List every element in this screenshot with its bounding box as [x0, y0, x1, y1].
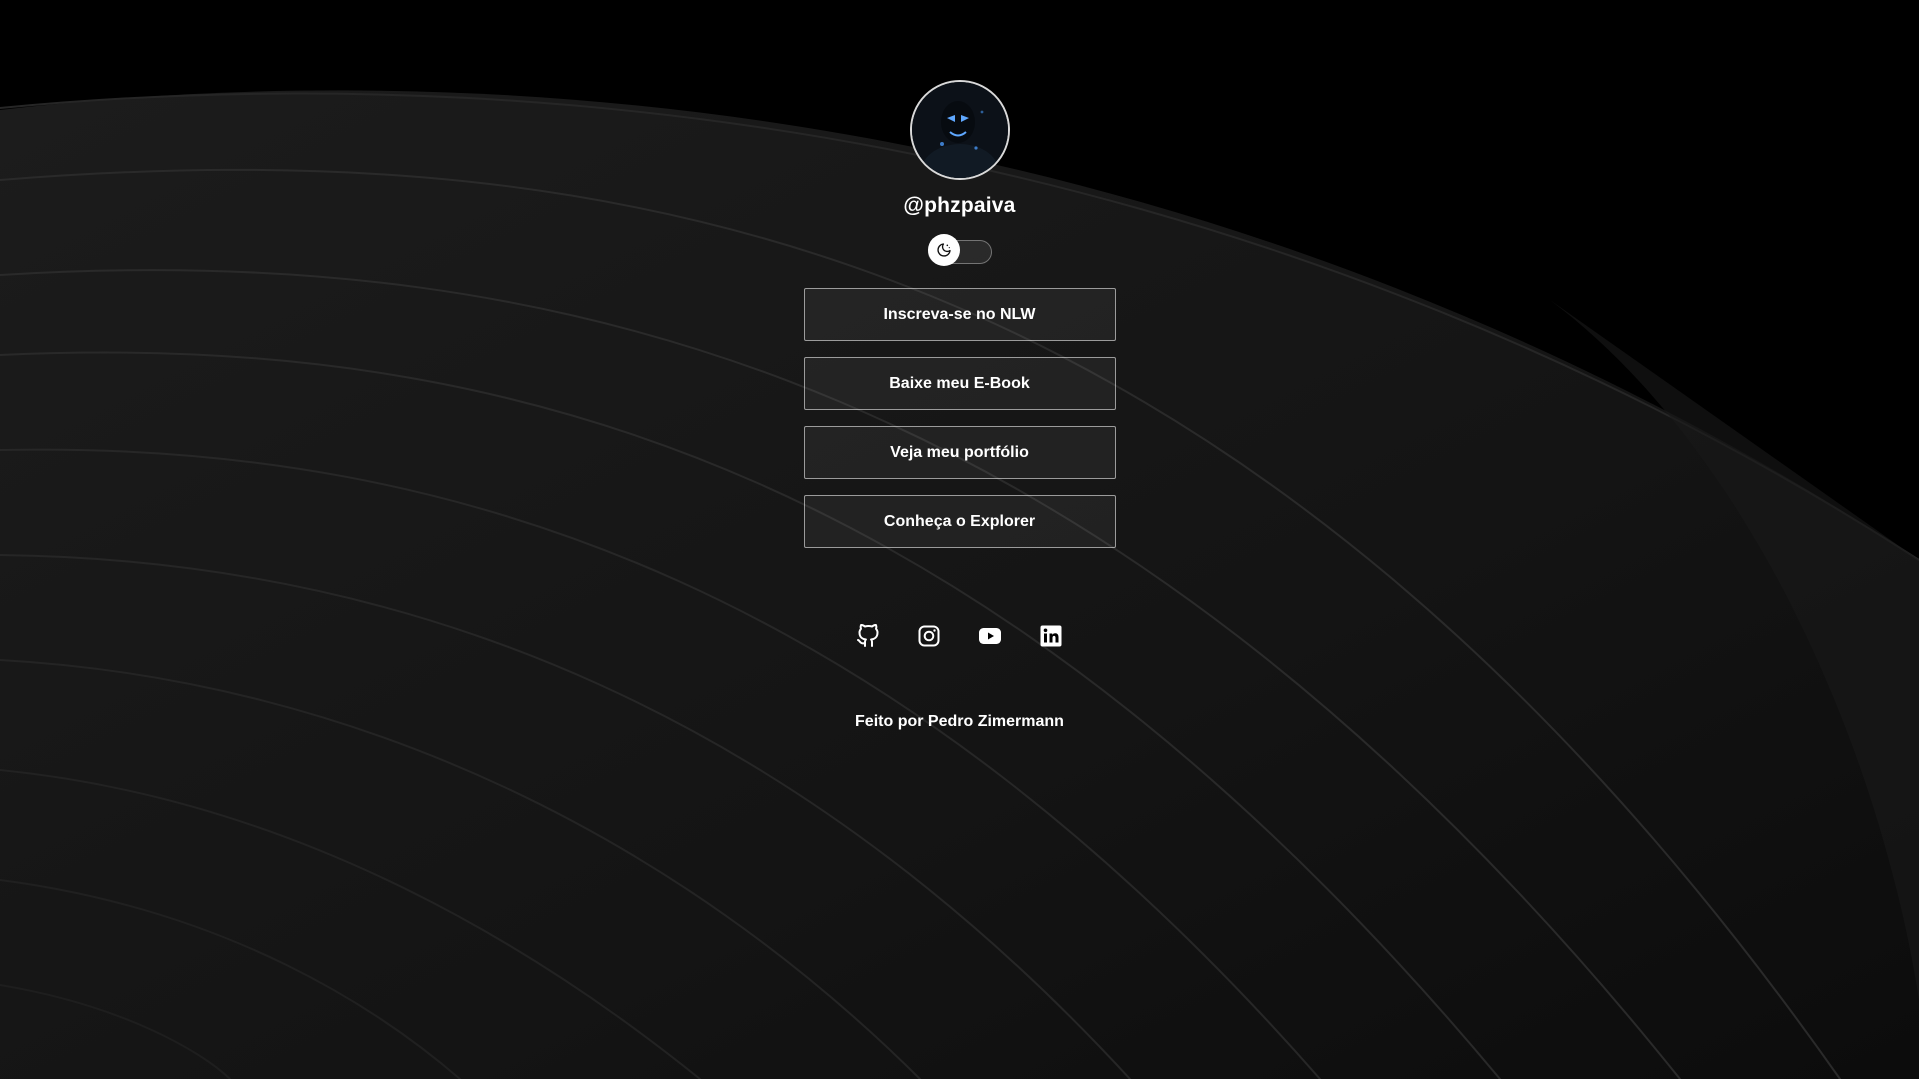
linkedin-link[interactable] — [1039, 624, 1063, 648]
linkedin-icon — [1040, 625, 1062, 647]
list-item: Conheça o Explorer — [803, 495, 1116, 548]
moon-icon — [936, 243, 951, 257]
profile-container: @phzpaiva Inscreva-se no NLW Baixe meu E… — [0, 0, 1919, 734]
github-icon — [857, 624, 879, 647]
username: @phzpaiva — [903, 194, 1016, 217]
link-button-explorer[interactable]: Conheça o Explorer — [803, 495, 1116, 548]
theme-toggle-knob[interactable] — [927, 234, 960, 266]
link-button-portfolio[interactable]: Veja meu portfólio — [803, 426, 1116, 479]
instagram-icon — [918, 625, 940, 647]
links-list: Inscreva-se no NLW Baixe meu E-Book Veja… — [803, 288, 1116, 564]
avatar-image — [911, 82, 1008, 178]
instagram-link[interactable] — [917, 624, 941, 648]
github-link[interactable] — [856, 624, 880, 648]
link-button-nlw[interactable]: Inscreva-se no NLW — [803, 288, 1116, 341]
youtube-link[interactable] — [978, 624, 1002, 648]
list-item: Inscreva-se no NLW — [803, 288, 1116, 341]
list-item: Veja meu portfólio — [803, 426, 1116, 479]
link-button-ebook[interactable]: Baixe meu E-Book — [803, 357, 1116, 410]
avatar — [909, 80, 1010, 180]
list-item: Baixe meu E-Book — [803, 357, 1116, 410]
social-links — [856, 624, 1063, 648]
footer-credit: Feito por Pedro Zimermann — [855, 713, 1064, 730]
youtube-icon — [979, 628, 1001, 644]
theme-toggle[interactable] — [927, 234, 992, 266]
page: @phzpaiva Inscreva-se no NLW Baixe meu E… — [0, 0, 1919, 1079]
